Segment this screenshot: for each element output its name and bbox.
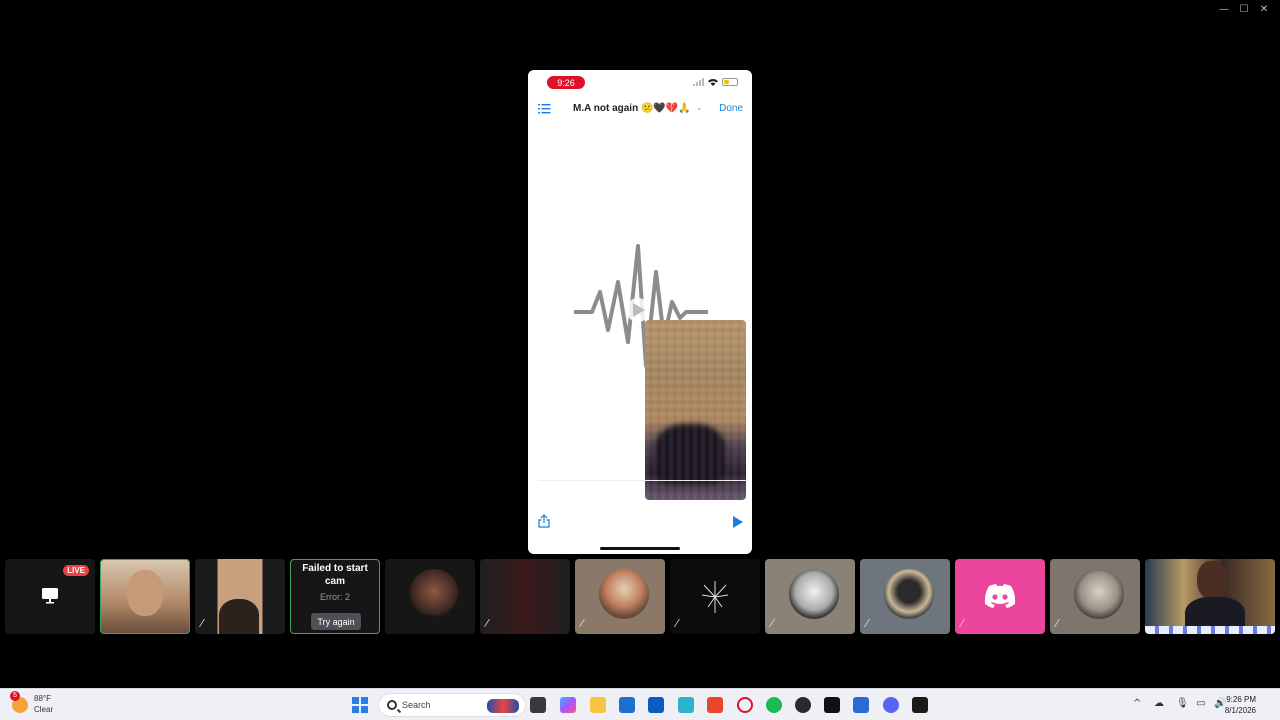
participant-head (219, 599, 259, 634)
maximize-button[interactable]: ☐ (1234, 2, 1254, 16)
taskbar-search[interactable]: Search (378, 693, 526, 717)
weather-sun-icon: 5 (10, 691, 28, 713)
close-button[interactable]: ✕ (1254, 2, 1274, 16)
onedrive-icon[interactable]: ☁ (1154, 698, 1164, 709)
weather-widget[interactable]: 5 88°F Clear (10, 691, 54, 715)
window-controls: — ☐ ✕ (1214, 2, 1274, 16)
spider-lily-icon (701, 581, 729, 613)
clock-date: 8/1/2026 (1224, 706, 1256, 715)
participant-tile-video[interactable]: ⁄ (195, 559, 285, 634)
network-icon[interactable]: ▭ (1196, 698, 1205, 709)
mic-muted-icon: ⁄ (961, 617, 963, 630)
clock-time: 9:26 PM (1226, 695, 1256, 704)
participant-face (127, 570, 163, 616)
recording-title[interactable]: M.A not again 😕🖤💔🙏 (573, 103, 691, 114)
app-icon[interactable] (795, 697, 811, 713)
live-badge: LIVE (63, 565, 89, 576)
participant-tile-avatar[interactable]: ⁄ (575, 559, 665, 634)
participant-head (1197, 561, 1227, 599)
search-placeholder: Search (402, 700, 431, 710)
participant-tile-avatar[interactable]: ⁄ (670, 559, 760, 634)
outlook-icon[interactable] (648, 697, 664, 713)
participant-tile-camera-error[interactable]: Failed to start cam Error: 2 Try again (290, 559, 380, 634)
avatar (409, 569, 459, 619)
app-icon[interactable] (824, 697, 840, 713)
done-button[interactable]: Done (719, 103, 743, 114)
tray-overflow-icon[interactable]: ^ (1133, 698, 1141, 709)
app-icon[interactable] (912, 697, 928, 713)
microphone-icon[interactable]: 🎙 (1176, 698, 1189, 709)
copilot-icon[interactable] (560, 697, 576, 713)
app-icon[interactable] (707, 697, 723, 713)
clock[interactable]: 9:26 PM 8/1/2026 (1225, 694, 1256, 716)
participant-tile-screen-share[interactable]: LIVE (5, 559, 95, 634)
status-time: 9:26 (547, 76, 585, 89)
spotify-icon[interactable] (766, 697, 782, 713)
file-explorer-icon[interactable] (590, 697, 606, 713)
opera-icon[interactable] (737, 697, 753, 713)
mic-muted-icon: ⁄ (201, 617, 203, 630)
keyboard-lights (1145, 626, 1275, 634)
avatar (1074, 569, 1124, 619)
playback-scrubber[interactable] (538, 480, 748, 506)
avatar (884, 569, 934, 619)
task-view-icon[interactable] (530, 697, 546, 713)
camera-error-code: Error: 2 (319, 592, 350, 602)
search-icon (387, 700, 397, 710)
screen-share-stage: — ☐ ✕ 9:26 M.A not again 😕🖤💔🙏 ⌄ Done LIV… (0, 0, 1280, 688)
app-icon[interactable] (678, 697, 694, 713)
search-highlight-art (487, 699, 519, 713)
phone-status-bar: 9:26 (528, 70, 752, 94)
try-again-button[interactable]: Try again (311, 613, 361, 630)
battery-icon (722, 78, 738, 86)
discord-logo-icon (984, 584, 1016, 608)
windows-taskbar: 5 88°F Clear Search ^ ☁ 🎙 ▭ 🔊 9:26 PM 8/… (0, 688, 1280, 720)
shared-phone-screen: 9:26 M.A not again 😕🖤💔🙏 ⌄ Done (528, 70, 752, 554)
mic-muted-icon: ⁄ (486, 617, 488, 630)
app-icon[interactable] (853, 697, 869, 713)
participant-tile-avatar[interactable] (385, 559, 475, 634)
play-button[interactable] (733, 516, 743, 528)
participant-tile-avatar[interactable]: ⁄ (955, 559, 1045, 634)
participant-tile-video[interactable] (1145, 559, 1275, 634)
participant-tile-avatar[interactable]: ⁄ (1050, 559, 1140, 634)
camera-error-title: Failed to start cam (302, 563, 368, 587)
store-icon[interactable] (619, 697, 635, 713)
mic-muted-icon: ⁄ (771, 617, 773, 630)
chevron-down-icon[interactable]: ⌄ (696, 103, 703, 112)
notification-badge: 5 (10, 691, 20, 701)
screen-share-icon (42, 588, 58, 604)
status-icons (693, 78, 738, 86)
wifi-icon (708, 79, 718, 86)
mic-muted-icon: ⁄ (866, 617, 868, 630)
mic-muted-icon: ⁄ (581, 617, 583, 630)
mic-muted-icon: ⁄ (676, 617, 678, 630)
participant-strip: LIVE ⁄ Failed to start cam Error: 2 Try … (5, 559, 1275, 634)
participant-tile-avatar[interactable]: ⁄ (860, 559, 950, 634)
mic-muted-icon: ⁄ (1056, 617, 1058, 630)
avatar (599, 569, 649, 619)
signal-icon (693, 78, 704, 86)
participant-tile-avatar[interactable]: ⁄ (765, 559, 855, 634)
weather-condition: Clear (34, 705, 54, 714)
list-icon[interactable] (538, 103, 551, 114)
minimize-button[interactable]: — (1214, 2, 1234, 16)
start-button[interactable] (352, 697, 368, 713)
discord-icon[interactable] (883, 697, 899, 713)
share-icon[interactable] (538, 514, 550, 528)
camera-preview-pip[interactable] (645, 320, 746, 500)
participant-tile-video[interactable] (100, 559, 190, 634)
participant-tile-video[interactable]: ⁄ (480, 559, 570, 634)
avatar (789, 569, 839, 619)
home-indicator (600, 547, 680, 550)
phone-nav-bar: M.A not again 😕🖤💔🙏 ⌄ Done (528, 100, 752, 118)
weather-temp: 88°F (34, 694, 51, 703)
